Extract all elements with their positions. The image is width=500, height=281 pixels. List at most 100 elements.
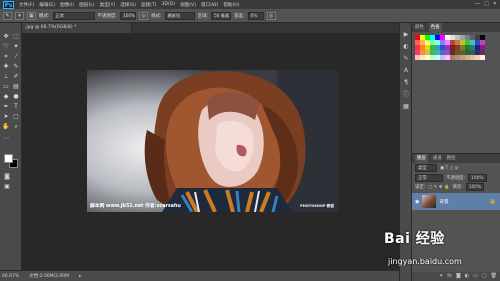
- maximize-button[interactable]: □: [484, 1, 489, 7]
- tab-color[interactable]: 颜色: [415, 23, 424, 32]
- menu-edit[interactable]: 编辑(E): [39, 2, 55, 8]
- layer-row-background[interactable]: ◉ 背景 🔒: [412, 193, 500, 210]
- status-bar: 66.67% 文档:2.00M/2.00M ▸: [0, 270, 399, 281]
- adjustments-panel-icon[interactable]: ◐: [402, 43, 410, 51]
- style-label: 样式:: [151, 13, 162, 19]
- window-controls: — □ ✕: [475, 1, 497, 7]
- image-watermark-left: 脚本网 www.jb51.net 作者:scarsahu: [90, 204, 181, 209]
- character-panel-icon[interactable]: A: [402, 67, 410, 75]
- tab-channels[interactable]: 通道: [433, 154, 442, 163]
- swatches-panel: 颜色 色板: [412, 23, 500, 153]
- menu-window[interactable]: 窗口(W): [201, 2, 218, 8]
- pressure-opacity-icon[interactable]: ◎: [139, 11, 149, 20]
- extra-tools-icon[interactable]: ⋯: [2, 135, 10, 143]
- mode-select[interactable]: 正常: [52, 11, 95, 20]
- hand-tool-icon[interactable]: ✋: [2, 123, 10, 131]
- baidu-logo-text: Bai 经验: [384, 231, 445, 247]
- menu-filter[interactable]: 滤镜(T): [141, 2, 157, 8]
- menu-view[interactable]: 视图(V): [180, 2, 196, 8]
- tab-swatches[interactable]: 色板: [428, 23, 442, 32]
- menu-select[interactable]: 选择(S): [120, 2, 136, 8]
- quick-mask-icon[interactable]: ◙: [3, 173, 11, 181]
- path-select-tool-icon[interactable]: ➤: [2, 113, 10, 121]
- brush-preset-icon[interactable]: ▾: [15, 11, 24, 20]
- document-image: 脚本网 www.jb51.net 作者:scarsahu PHOTOSHOP 教…: [87, 70, 338, 212]
- filter-icons[interactable]: ▣ T ◻ ◎: [440, 164, 459, 173]
- paragraph-panel-icon[interactable]: ¶: [402, 79, 410, 87]
- lock-icon: 🔒: [489, 198, 496, 205]
- layer-thumbnail: [422, 195, 437, 208]
- close-button[interactable]: ✕: [493, 1, 497, 7]
- fill-label: 填充:: [452, 185, 463, 190]
- tools-panel: ✥ ⬚ ➰ ✦ ⌗ ⁄ ✚ ✎ ⊥ ✐ ▭ ▤ ◆ ● ✒ T ➤ ▢ ✋ ⌕ …: [0, 23, 22, 270]
- menu-layer[interactable]: 图层(L): [79, 2, 94, 8]
- properties-panel-icon[interactable]: ▦: [402, 103, 410, 111]
- move-tool-icon[interactable]: ✥: [2, 33, 10, 41]
- opacity-field[interactable]: 100%: [120, 11, 137, 20]
- photoshop-logo: Ps: [3, 0, 14, 9]
- tab-paths[interactable]: 路径: [447, 154, 456, 163]
- screen-mode-icon[interactable]: ▣: [3, 183, 11, 191]
- quick-select-tool-icon[interactable]: ✦: [12, 43, 20, 51]
- layer-kind-filter[interactable]: 类型: [415, 164, 437, 172]
- lock-icons[interactable]: ▢ ✎ ✥ 🔒: [428, 183, 449, 192]
- color-swatch[interactable]: [480, 55, 485, 60]
- history-brush-tool-icon[interactable]: ✐: [12, 73, 20, 81]
- eraser-tool-icon[interactable]: ▭: [2, 83, 10, 91]
- document-tab[interactable]: .jpg @ 66.7%(RGB/8) *: [22, 23, 132, 33]
- pressure-size-icon[interactable]: ◎: [266, 11, 276, 20]
- crop-tool-icon[interactable]: ⌗: [2, 53, 10, 61]
- layer-filter-row: 类型 ▣ T ◻ ◎: [412, 164, 500, 173]
- clone-stamp-tool-icon[interactable]: ⊥: [2, 73, 10, 81]
- type-tool-icon[interactable]: T: [12, 103, 20, 111]
- pen-tool-icon[interactable]: ✒: [2, 103, 10, 111]
- canvas-area[interactable]: 脚本网 www.jb51.net 作者:scarsahu PHOTOSHOP 教…: [22, 33, 399, 270]
- info-panel-icon[interactable]: ⓘ: [402, 91, 410, 99]
- healing-brush-tool-icon[interactable]: ✚: [2, 63, 10, 71]
- menu-file[interactable]: 文件(F): [19, 2, 34, 8]
- zoom-tool-icon[interactable]: ⌕: [12, 123, 20, 131]
- minimize-button[interactable]: —: [475, 1, 480, 7]
- tolerance-label: 容差:: [234, 13, 245, 19]
- gradient-tool-icon[interactable]: ▤: [12, 83, 20, 91]
- swatches-panel-tabs: 颜色 色板: [412, 23, 500, 32]
- eyedropper-tool-icon[interactable]: ⁄: [12, 53, 20, 61]
- portrait-image: [87, 70, 338, 212]
- zoom-level[interactable]: 66.67%: [2, 274, 19, 279]
- layer-name[interactable]: 背景: [439, 199, 448, 205]
- lock-label: 锁定:: [415, 185, 426, 190]
- visibility-eye-icon[interactable]: ◉: [415, 199, 419, 205]
- baidu-jingyan-watermark: Bai 经验 jingyan.baidu.com: [384, 226, 494, 276]
- fill-field[interactable]: 100%: [465, 183, 485, 191]
- menu-image[interactable]: 图像(I): [60, 2, 74, 8]
- swatch-grid[interactable]: [415, 35, 489, 60]
- area-label: 区域:: [197, 13, 209, 19]
- blend-mode-select[interactable]: 正常: [415, 174, 443, 182]
- brush-tool-icon[interactable]: ✎: [12, 63, 20, 71]
- tolerance-field[interactable]: 0%: [247, 11, 264, 20]
- lasso-tool-icon[interactable]: ➰: [2, 43, 10, 51]
- brush-presets-panel-icon[interactable]: ✎: [402, 55, 410, 63]
- foreground-color-swatch[interactable]: [4, 154, 13, 163]
- area-field[interactable]: 50 像素: [211, 11, 232, 20]
- shape-tool-icon[interactable]: ▢: [12, 113, 20, 121]
- tab-layers[interactable]: 图层: [415, 154, 428, 163]
- lock-row: 锁定: ▢ ✎ ✥ 🔒 填充: 100%: [412, 183, 500, 192]
- layer-opacity-field[interactable]: 100%: [468, 174, 487, 182]
- marquee-tool-icon[interactable]: ⬚: [12, 33, 20, 41]
- menu-type[interactable]: 类型(Y): [100, 2, 116, 8]
- layer-opacity-label: 不透明度:: [446, 176, 466, 181]
- opacity-label: 不透明度:: [97, 13, 118, 19]
- dodge-tool-icon[interactable]: ●: [12, 93, 20, 101]
- blur-tool-icon[interactable]: ◆: [2, 93, 10, 101]
- style-select[interactable]: 绷紧短: [164, 11, 195, 20]
- brush-panel-icon[interactable]: ▦: [27, 11, 36, 20]
- history-brush-tool-icon[interactable]: ✎: [3, 11, 12, 20]
- menu-3d[interactable]: 3D(D): [161, 2, 175, 7]
- options-bar: ✎ ▾ ▦ 模式: 正常 不透明度: 100% ◎ 样式: 绷紧短 区域: 50…: [0, 9, 500, 23]
- image-watermark-right: PHOTOSHOP 教程: [300, 204, 334, 208]
- status-menu-arrow-icon[interactable]: ▸: [79, 274, 81, 279]
- layers-panel-tabs: 图层 通道 路径: [412, 154, 500, 163]
- menu-help[interactable]: 帮助(H): [223, 2, 239, 8]
- history-panel-icon[interactable]: ▶: [402, 31, 410, 39]
